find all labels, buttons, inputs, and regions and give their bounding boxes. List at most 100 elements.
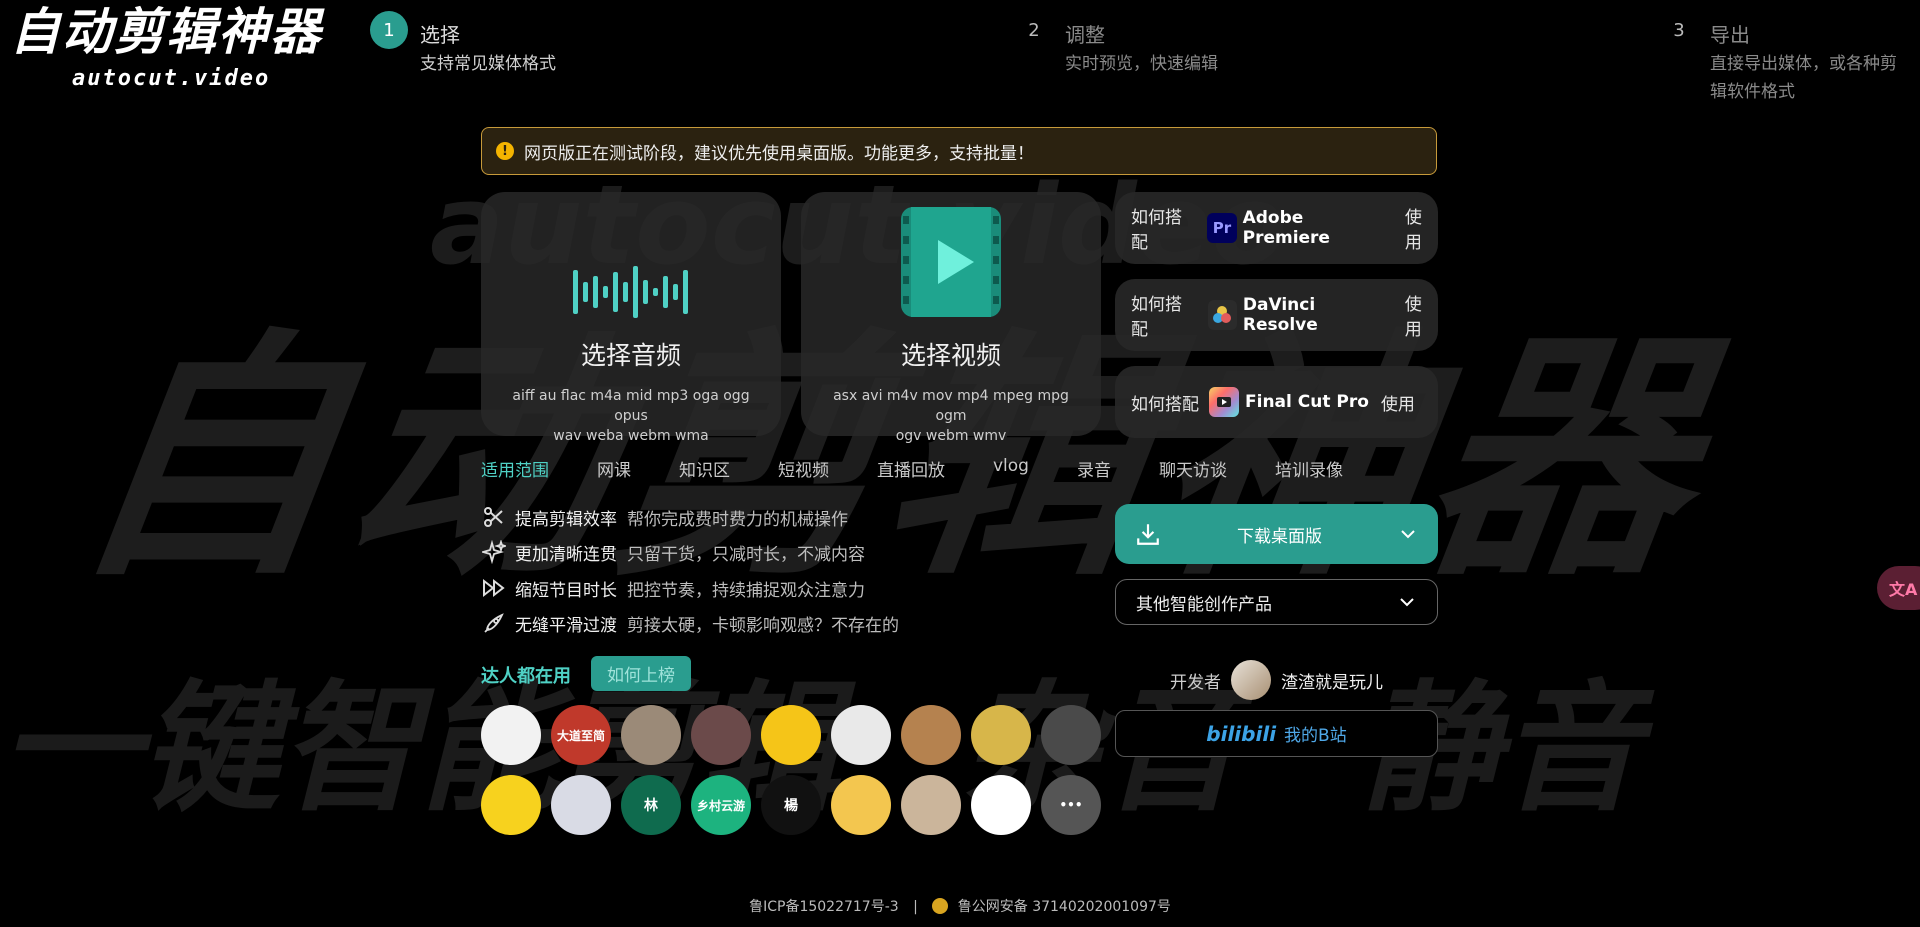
footer-separator: | (913, 899, 918, 915)
step-1-number: 1 (370, 11, 408, 49)
expert-avatar[interactable] (971, 705, 1031, 765)
developer-avatar[interactable] (1231, 660, 1271, 700)
expert-avatar[interactable] (901, 705, 961, 765)
other-products-label: 其他智能创作产品 (1136, 594, 1272, 615)
step-3-desc-line: 直接导出媒体，或各种剪 (1710, 54, 1897, 74)
expert-avatar[interactable]: 楊 (761, 775, 821, 835)
download-icon (1135, 521, 1161, 547)
expert-avatar[interactable] (691, 705, 751, 765)
sparkle-icon (481, 539, 507, 565)
tab-recording[interactable]: 录音 (1077, 456, 1111, 481)
icp-link[interactable]: 鲁ICP备15022717号-3 (749, 899, 899, 915)
download-desktop-button[interactable]: 下载桌面版 (1115, 504, 1438, 564)
experts-label: 达人都在用 (481, 666, 571, 687)
davinci-resolve-icon (1207, 300, 1237, 330)
feature-name: 更加清晰连贯 (515, 544, 617, 565)
rocket-icon (481, 610, 507, 636)
expert-avatar[interactable] (971, 775, 1031, 835)
tab-live-replay[interactable]: 直播回放 (877, 456, 945, 481)
developer-label: 开发者 (1170, 672, 1221, 693)
chevron-down-icon[interactable] (1398, 524, 1418, 544)
pill-suffix: 使用 (1380, 394, 1415, 415)
expert-avatar[interactable] (831, 775, 891, 835)
footer: 鲁ICP备15022717号-3 | 鲁公网安备 37140202001097号 (0, 896, 1920, 916)
expert-avatar[interactable]: 大道至简 (551, 705, 611, 765)
final-cut-guide-link[interactable]: 如何搭配 Final Cut Pro 使用 (1115, 366, 1438, 438)
police-badge-icon (932, 898, 949, 914)
expert-avatar[interactable] (551, 775, 611, 835)
step-3-title: 导出 (1710, 23, 1750, 47)
expert-avatar[interactable]: 乡村云游 (691, 775, 751, 835)
select-audio-title: 选择音频 (580, 341, 681, 370)
video-film-icon (801, 192, 1101, 322)
select-video-title: 选择视频 (900, 341, 1001, 370)
chevron-down-icon (1397, 592, 1417, 612)
logo-domain[interactable]: autocut.video (72, 66, 270, 91)
pill-suffix: 使用 (1404, 208, 1422, 253)
developer-name[interactable]: 渣渣就是玩儿 (1281, 668, 1383, 693)
feature-item: 提高剪辑效率 帮你完成费时费力的机械操作 (481, 504, 848, 530)
pill-prefix: 如何搭配 (1131, 394, 1199, 415)
audio-formats: aiff au flac m4a mid mp3 oga ogg opus wa… (481, 386, 781, 446)
tab-interview[interactable]: 聊天访谈 (1159, 456, 1227, 481)
step-1-desc: 支持常见媒体格式 (420, 54, 556, 74)
feature-desc: 帮你完成费时费力的机械操作 (627, 509, 848, 530)
pill-app-name: Adobe Premiere (1242, 208, 1330, 248)
developer-info: 开发者 渣渣就是玩儿 (1170, 660, 1383, 700)
tab-knowledge[interactable]: 知识区 (679, 456, 730, 481)
select-video-card[interactable]: 选择视频 asx avi m4v mov mp4 mpeg mpg ogm og… (801, 192, 1101, 444)
video-formats-line: asx avi m4v mov mp4 mpeg mpg ogm (833, 388, 1069, 424)
feature-desc: 剪接太硬，卡顿影响观感？不存在的 (627, 615, 899, 636)
feature-name: 缩短节目时长 (515, 580, 617, 601)
expert-avatars: 大道至简林乡村云游楊 ••• (481, 705, 1101, 835)
feature-desc: 只留干货，只减时长，不减内容 (627, 544, 865, 565)
step-2-number: 2 (1028, 19, 1040, 41)
expert-avatar[interactable] (481, 705, 541, 765)
premiere-icon: Pr (1207, 213, 1237, 243)
audio-waveform-icon (481, 192, 781, 322)
premiere-guide-link[interactable]: 如何搭配 Pr Adobe Premiere 使用 (1115, 192, 1438, 264)
police-record-link[interactable]: 鲁公网安备 37140202001097号 (958, 899, 1171, 915)
expert-avatar[interactable] (761, 705, 821, 765)
feature-desc: 把控节奏，持续捕捉观众注意力 (627, 580, 865, 601)
video-formats: asx avi m4v mov mp4 mpeg mpg ogm ogv web… (801, 386, 1101, 446)
step-3-desc: 直接导出媒体，或各种剪 辑软件格式 (1710, 50, 1897, 106)
warning-icon: ! (496, 142, 514, 160)
bilibili-label: 我的B站 (1284, 726, 1347, 746)
pill-app-name: Final Cut Pro (1245, 392, 1369, 412)
expert-avatar[interactable]: 林 (621, 775, 681, 835)
expert-avatar[interactable] (1041, 705, 1101, 765)
how-to-rank-button[interactable]: 如何上榜 (591, 656, 691, 691)
bilibili-link[interactable]: bilibili 我的B站 (1115, 710, 1438, 757)
tab-short-video[interactable]: 短视频 (778, 456, 829, 481)
tab-training[interactable]: 培训录像 (1275, 456, 1343, 481)
step-2-title: 调整 (1065, 23, 1105, 47)
feature-name: 无缝平滑过渡 (515, 615, 617, 636)
step-2-desc: 实时预览，快速编辑 (1065, 54, 1218, 74)
logo-title[interactable]: 自动剪辑神器 (10, 4, 322, 60)
expert-avatar[interactable] (831, 705, 891, 765)
bilibili-logo: bilibili (1206, 721, 1277, 746)
feature-name: 提高剪辑效率 (515, 509, 617, 530)
select-audio-card[interactable]: 选择音频 aiff au flac m4a mid mp3 oga ogg op… (481, 192, 781, 444)
other-products-dropdown[interactable]: 其他智能创作产品 (1115, 579, 1438, 625)
pill-prefix: 如何搭配 (1131, 295, 1182, 340)
audio-formats-line: aiff au flac m4a mid mp3 oga ogg opus (512, 388, 750, 424)
tab-scope[interactable]: 适用范围 (481, 456, 549, 481)
expert-avatar[interactable] (621, 705, 681, 765)
feature-item: 缩短节目时长 把控节奏，持续捕捉观众注意力 (481, 575, 865, 601)
notice-text: 网页版正在测试阶段，建议优先使用桌面版。功能更多，支持批量！ (524, 143, 1034, 164)
step-3-desc-line: 辑软件格式 (1710, 82, 1795, 102)
expert-avatar[interactable] (481, 775, 541, 835)
feature-item: 更加清晰连贯 只留干货，只减时长，不减内容 (481, 539, 865, 565)
davinci-guide-link[interactable]: 如何搭配 DaVinci Resolve 使用 (1115, 279, 1438, 351)
translate-button[interactable]: 文A (1877, 566, 1920, 610)
final-cut-pro-icon (1209, 387, 1239, 417)
step-1-title: 选择 (420, 23, 460, 47)
tab-vlog[interactable]: vlog (993, 456, 1029, 481)
more-avatars-button[interactable]: ••• (1041, 775, 1101, 835)
tab-online-course[interactable]: 网课 (597, 456, 631, 481)
expert-avatar[interactable] (901, 775, 961, 835)
pill-prefix: 如何搭配 (1131, 208, 1182, 253)
audio-formats-line: wav weba webm wma (553, 428, 709, 444)
